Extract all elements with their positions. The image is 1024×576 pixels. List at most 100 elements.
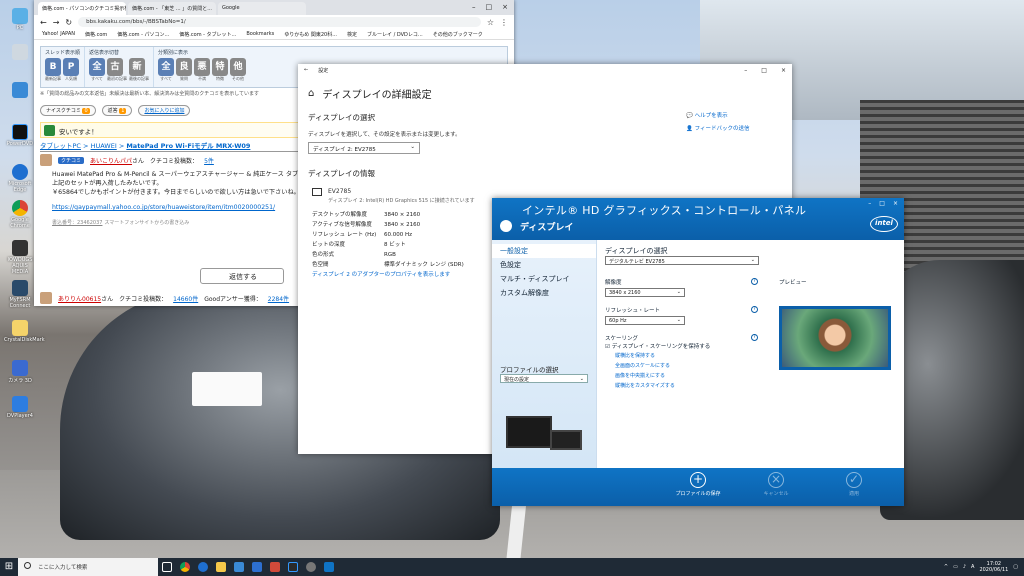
- help-icon[interactable]: ?: [751, 278, 758, 285]
- reply-all-button[interactable]: 全: [89, 58, 106, 76]
- reply-last-button[interactable]: 新: [129, 58, 146, 76]
- resolution-select[interactable]: 3840 x 2160 ⌄: [605, 288, 685, 297]
- reply-first-button[interactable]: 古: [107, 58, 124, 76]
- adapter-properties-link[interactable]: ディスプレイ 2 のアダプターのプロパティを表示します: [312, 270, 464, 280]
- bookmark-item[interactable]: 検定: [347, 31, 357, 38]
- post-id-link[interactable]: 書込番号：23462037: [52, 220, 102, 226]
- home-icon[interactable]: ⌂: [308, 88, 314, 99]
- minimize-icon[interactable]: –: [868, 200, 871, 207]
- scaling-option[interactable]: 画像を中央揃えにする: [615, 372, 665, 379]
- nav-custom-resolution[interactable]: カスタム解像度: [492, 286, 596, 300]
- ime-icon[interactable]: A: [971, 564, 974, 570]
- desktop-icon-camera3d[interactable]: カメラ 3D: [4, 360, 36, 384]
- maximize-icon[interactable]: □: [761, 67, 767, 74]
- desktop-icon[interactable]: MyFSRM Connect: [4, 280, 36, 309]
- bookmark-item[interactable]: ゆりかもめ 関東20科...: [284, 31, 337, 38]
- desktop-icon-pc[interactable]: PC: [4, 8, 36, 31]
- sort-popular-button[interactable]: P: [63, 58, 79, 76]
- browser-tab[interactable]: 価格.com - パソコンのクチコミ掲示板: [38, 2, 126, 15]
- network-icon[interactable]: ▭: [953, 564, 958, 570]
- category-question-button[interactable]: 良: [176, 58, 193, 76]
- help-icon[interactable]: ?: [751, 306, 758, 313]
- bookmark-item[interactable]: 価格.com - タブレット...: [179, 31, 236, 38]
- maximize-icon[interactable]: □: [879, 200, 885, 207]
- bookmark-item[interactable]: その他のブックマーク: [433, 31, 483, 38]
- volume-icon[interactable]: ♪: [963, 564, 966, 570]
- back-icon[interactable]: ←: [40, 18, 47, 27]
- chevron-up-icon[interactable]: ^: [944, 564, 948, 570]
- nav-multi-display[interactable]: マルチ・ディスプレイ: [492, 272, 596, 286]
- scaling-option[interactable]: 縦横比をカスタマイズする: [615, 382, 675, 389]
- bookmark-item[interactable]: Yahoo! JAPAN: [42, 31, 75, 37]
- category-other-button[interactable]: 他: [230, 58, 247, 76]
- windows-start-icon[interactable]: ⊞: [0, 558, 18, 576]
- poster-name[interactable]: あいこりんパパ: [90, 158, 132, 165]
- bookmark-item[interactable]: 価格.com - パソコン...: [117, 31, 169, 38]
- category-feature-button[interactable]: 特: [212, 58, 229, 76]
- edge-taskbar-icon[interactable]: [194, 558, 212, 576]
- notification-icon[interactable]: ▢: [1013, 564, 1018, 570]
- maximize-icon[interactable]: □: [486, 3, 493, 11]
- star-icon[interactable]: ☆: [487, 18, 494, 27]
- category-complaint-button[interactable]: 悪: [194, 58, 211, 76]
- breadcrumb-link[interactable]: MatePad Pro Wi-Fiモデル MRX-W09: [126, 142, 250, 150]
- store-taskbar-icon[interactable]: [230, 558, 248, 576]
- breadcrumb-link[interactable]: タブレットPC: [40, 142, 81, 150]
- desktop-icon[interactable]: [4, 82, 36, 99]
- menu-icon[interactable]: ⋮: [500, 18, 508, 27]
- bookmark-item[interactable]: Bookmarks: [246, 31, 274, 37]
- feedback-link[interactable]: 👤 フィードバックの送信: [686, 123, 750, 136]
- forward-icon[interactable]: →: [53, 18, 60, 27]
- desktop-icon-powerdvd[interactable]: PowerDVD: [4, 124, 36, 147]
- settings-taskbar-icon[interactable]: [302, 558, 320, 576]
- poster-count[interactable]: 5件: [204, 156, 214, 165]
- desktop-icon[interactable]: [4, 44, 36, 61]
- close-icon[interactable]: ×: [502, 3, 508, 11]
- minimize-icon[interactable]: –: [744, 67, 747, 74]
- browser-tab[interactable]: 価格.com - 「東芝 ... 」の質問と...: [128, 2, 216, 15]
- breadcrumb-link[interactable]: HUAWEI: [91, 142, 117, 150]
- scaling-option[interactable]: 縦横比を保持する: [615, 352, 655, 359]
- nice-button[interactable]: ナイスクチコミ 0: [40, 105, 96, 116]
- desktop-icon-dvplayer[interactable]: DVPlayer4: [4, 396, 36, 419]
- reply-button[interactable]: 返信する: [200, 268, 284, 284]
- url-field[interactable]: bbs.kakaku.com/bbs/-/BBSTabNo=1/: [78, 17, 481, 27]
- bookmark-item[interactable]: 価格.com: [85, 31, 107, 38]
- intel-taskbar-icon[interactable]: [320, 558, 338, 576]
- task-view-icon[interactable]: [158, 558, 176, 576]
- clock[interactable]: 17:02 2020/06/11: [979, 561, 1008, 573]
- profile-select[interactable]: 現在の設定 ⌄: [500, 374, 588, 383]
- close-icon[interactable]: ×: [781, 67, 786, 74]
- home-icon[interactable]: [500, 220, 512, 232]
- help-icon[interactable]: ?: [751, 334, 758, 341]
- mail-taskbar-icon[interactable]: [248, 558, 266, 576]
- cancel-button[interactable]: × キャンセル: [746, 472, 806, 497]
- app-taskbar-icon[interactable]: [284, 558, 302, 576]
- close-icon[interactable]: ×: [893, 200, 898, 207]
- bookmark-item[interactable]: ブルーレイ / DVDレコ...: [367, 31, 423, 38]
- display-select[interactable]: ディスプレイ 2: EV2785 ⌄: [308, 142, 420, 154]
- desktop-icon[interactable]: IOWDUGS AQUIS MEDIA: [4, 240, 36, 275]
- save-profile-button[interactable]: + プロファイルの保存: [668, 472, 728, 497]
- nav-general-settings[interactable]: 一般設定: [492, 244, 596, 258]
- nav-color-settings[interactable]: 色設定: [492, 258, 596, 272]
- apply-button[interactable]: ✓ 適用: [824, 472, 884, 497]
- explorer-taskbar-icon[interactable]: [212, 558, 230, 576]
- thanks-button[interactable]: 返答 1: [101, 105, 133, 116]
- favorite-button[interactable]: お気に入りに追加: [138, 105, 191, 116]
- browser-tab[interactable]: Google: [218, 2, 306, 15]
- category-all-button[interactable]: 全: [158, 58, 175, 76]
- app-taskbar-icon[interactable]: [266, 558, 284, 576]
- reload-icon[interactable]: ↻: [65, 18, 72, 27]
- display-select[interactable]: デジタルテレビ EV2785 ⌄: [605, 256, 759, 265]
- desktop-icon-edge[interactable]: Microsoft Edge: [4, 164, 36, 193]
- reply-user-name[interactable]: ありりん00615: [58, 296, 101, 303]
- sort-latest-button[interactable]: B: [45, 58, 61, 76]
- desktop-icon-chrome[interactable]: Google Chrome: [4, 200, 36, 229]
- minimize-icon[interactable]: –: [472, 3, 476, 11]
- help-link[interactable]: 💬 ヘルプを表示: [686, 110, 750, 123]
- taskbar-search[interactable]: ここに入力して検索: [18, 558, 158, 576]
- scaling-checkbox[interactable]: ☑ ディスプレイ・スケーリングを保持する: [605, 342, 710, 350]
- refresh-select[interactable]: 60p Hz ⌄: [605, 316, 685, 325]
- scaling-option[interactable]: 全画面のスケールにする: [615, 362, 670, 369]
